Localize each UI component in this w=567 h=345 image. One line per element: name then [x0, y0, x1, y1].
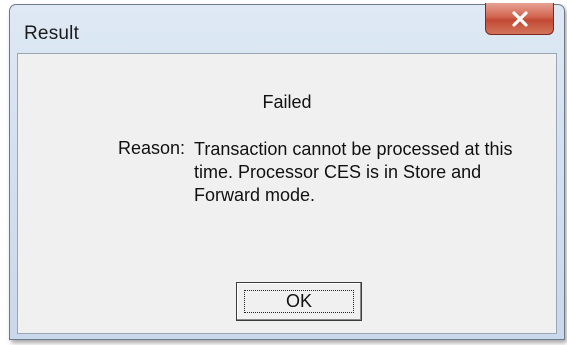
result-dialog: Result Failed Reason: Transaction cannot…	[9, 3, 565, 340]
ok-button-label: OK	[285, 291, 312, 311]
window-title: Result	[24, 23, 80, 44]
reason-message: Transaction cannot be processed at this …	[194, 138, 554, 207]
status-heading: Failed	[262, 92, 312, 112]
title-bar[interactable]: Result	[10, 3, 564, 53]
reason-line: Transaction cannot be processed at this	[194, 139, 513, 159]
close-icon	[511, 10, 528, 27]
close-button[interactable]	[485, 3, 554, 35]
reason-line: time. Processor CES is in Store and	[194, 162, 482, 182]
reason-label: Reason:	[118, 138, 186, 158]
dialog-content: Failed Reason: Transaction cannot be pro…	[17, 53, 557, 334]
ok-button[interactable]: OK	[236, 282, 362, 321]
screenshot-page: Result Failed Reason: Transaction cannot…	[0, 0, 567, 345]
reason-line: Forward mode.	[194, 185, 316, 205]
